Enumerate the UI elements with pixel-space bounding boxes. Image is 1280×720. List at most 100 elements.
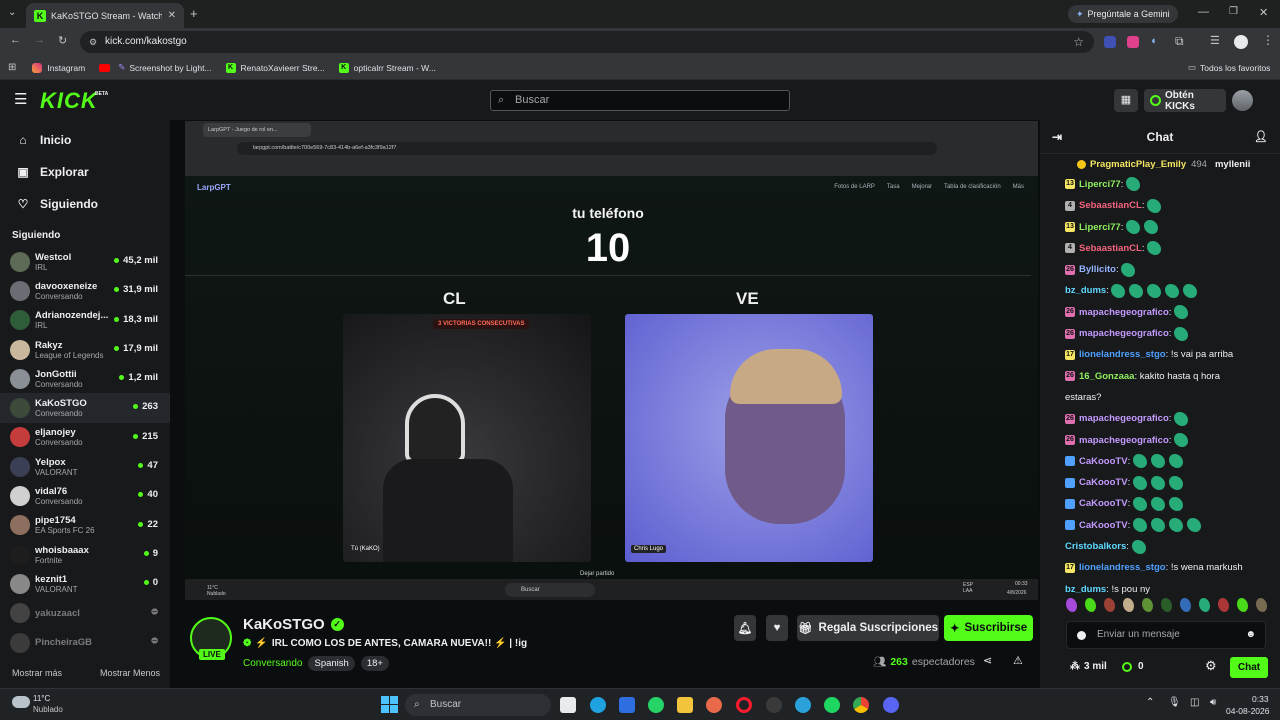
followed-channel[interactable]: Yelpox VALORANT 47 [0, 452, 170, 481]
tab-list-icon[interactable]: ⌄ [8, 7, 16, 18]
video-player[interactable]: LarpGPT - Juego de rol en... larpgpt.com… [185, 121, 1038, 601]
user-avatar[interactable] [1232, 90, 1253, 111]
chrome-icon[interactable] [853, 697, 869, 713]
gift-subs-button[interactable]: 🎁︎ Regala Suscripciones [797, 615, 939, 641]
chat-username[interactable]: lionelandress_stgo [1079, 349, 1166, 360]
emote-icon[interactable] [1121, 262, 1136, 277]
chat-username[interactable]: Liperci77 [1079, 179, 1121, 190]
followed-channel[interactable]: JonGottii Conversando 1,2 mil [0, 364, 170, 393]
file-explorer-icon[interactable] [677, 697, 693, 713]
reload-icon[interactable]: ↻ [58, 34, 67, 47]
followed-channel[interactable]: Westcol IRL 45,2 mil [0, 247, 170, 276]
chat-username[interactable]: CaKoooTV [1079, 498, 1128, 509]
emote-icon[interactable] [1066, 598, 1077, 612]
chat-username[interactable]: mapachegeografico [1079, 307, 1169, 318]
followed-channel[interactable]: keznit1 VALORANT 0 [0, 569, 170, 598]
chat-settings-icon[interactable]: ⚙ [1205, 658, 1217, 674]
task-view-icon[interactable] [560, 697, 576, 713]
emote-icon[interactable] [1168, 496, 1183, 511]
bookmark-youtube[interactable] [99, 63, 111, 72]
maximize-icon[interactable]: ❐ [1229, 6, 1238, 17]
report-icon[interactable]: ⚠ [1013, 654, 1023, 667]
emote-icon[interactable] [1131, 539, 1146, 554]
chat-users-icon[interactable]: 👤︎ [1254, 120, 1268, 154]
nav-item-explorar[interactable]: ▣ Explorar [0, 156, 170, 188]
clock-time[interactable]: 0:33 [1252, 694, 1269, 704]
profile-avatar[interactable] [1234, 35, 1248, 49]
nav-item-siguiendo[interactable]: ♡ Siguiendo [0, 188, 170, 220]
emote-icon[interactable] [1150, 496, 1165, 511]
chat-username[interactable]: lionelandress_stgo [1079, 562, 1166, 573]
category-link[interactable]: Conversando [243, 658, 302, 669]
volume-icon[interactable]: 🔊︎ [1210, 697, 1216, 708]
emote-icon[interactable] [1126, 177, 1140, 192]
bookmark-renato[interactable]: K RenatoXavieerr Stre... [225, 62, 325, 73]
bookmark-instagram[interactable]: Instagram [32, 62, 85, 73]
chat-username[interactable]: mapachegeografico [1079, 435, 1169, 446]
app-icon[interactable] [706, 697, 722, 713]
chat-message-input[interactable]: Enviar un mensaje ☻ [1066, 621, 1266, 649]
taskbar-search[interactable]: ⌕ Buscar [405, 694, 551, 716]
subscribe-button[interactable]: ✦ Suscribirse [944, 615, 1033, 641]
bookmark-opticalrr[interactable]: Kopticalrr Stream - W... [338, 62, 436, 73]
search-input[interactable]: ⌕ Buscar [490, 90, 790, 111]
whatsapp-icon[interactable] [648, 697, 664, 713]
minimize-icon[interactable]: — [1198, 6, 1209, 18]
chat-username[interactable]: SebaastianCL [1079, 200, 1142, 211]
chat-username[interactable]: CaKoooTV [1079, 477, 1128, 488]
chat-username[interactable]: CaKoooTV [1079, 520, 1128, 531]
emote-icon[interactable] [1129, 283, 1144, 298]
followed-channel[interactable]: yakuzaacl ⛔︎ [0, 599, 170, 628]
share-icon[interactable]: ⋖ [983, 654, 992, 667]
emote-icon[interactable] [1218, 598, 1229, 612]
channel-name[interactable]: KaKoSTGO ✓ [243, 616, 344, 633]
close-tab-icon[interactable]: ✕ [168, 10, 176, 21]
emote-icon[interactable] [1168, 518, 1183, 533]
microphone-icon[interactable]: 🎙︎ [1168, 697, 1181, 708]
emote-icon[interactable] [1144, 220, 1158, 235]
get-kicks-button[interactable]: Obtén KICKs [1144, 89, 1226, 112]
bookmark-star-icon[interactable]: ☆ [1073, 31, 1084, 53]
emote-icon[interactable] [1126, 220, 1140, 235]
extension-icon-3[interactable]: ◖ [1150, 35, 1157, 47]
emote-icon[interactable] [1104, 598, 1115, 612]
emote-icon[interactable] [1186, 518, 1201, 533]
opera-icon[interactable] [736, 697, 752, 713]
all-bookmarks[interactable]: ▭ Todos los favoritos [1188, 62, 1270, 73]
chat-username[interactable]: SebaastianCL [1079, 243, 1142, 254]
notifications-button[interactable]: 🔔︎ [734, 615, 756, 641]
emote-icon[interactable] [1132, 454, 1147, 469]
emote-icon[interactable] [1111, 283, 1126, 298]
emote-icon[interactable] [1147, 241, 1162, 256]
emote-icon[interactable] [1147, 283, 1162, 298]
emote-icon[interactable] [1132, 475, 1147, 490]
emote-icon[interactable] [1168, 475, 1183, 490]
forward-icon[interactable]: → [34, 34, 45, 46]
hamburger-menu-icon[interactable]: ☰ [14, 90, 27, 108]
collapse-chat-icon[interactable]: ⇥ [1052, 120, 1062, 154]
nav-item-inicio[interactable]: ⌂ Inicio [0, 124, 170, 156]
chat-username[interactable]: Liperci77 [1079, 222, 1121, 233]
emoji-picker-icon[interactable]: ☻ [1245, 622, 1256, 648]
channel-points[interactable]: ⁂ 3 mil [1070, 661, 1107, 672]
emote-icon[interactable] [1237, 598, 1248, 612]
emote-icon[interactable] [1161, 598, 1172, 612]
followed-channel[interactable]: Adrianozendej... IRL 18,3 mil [0, 306, 170, 335]
tray-chevron-icon[interactable]: ⌃ [1146, 697, 1154, 708]
site-info-icon[interactable]: ⚙ [89, 31, 97, 53]
extensions-puzzle-icon[interactable]: ⧉ [1175, 34, 1184, 49]
followed-channel[interactable]: pipe1754 EA Sports FC 26 22 [0, 511, 170, 540]
emote-icon[interactable] [1174, 326, 1189, 341]
clock-date[interactable]: 04-08-2026 [1226, 706, 1269, 716]
show-less-link[interactable]: Mostrar Menos [100, 668, 160, 678]
followed-channel[interactable]: vidal76 Conversando 40 [0, 481, 170, 510]
chat-username[interactable]: Byllicito [1079, 264, 1116, 275]
emote-icon[interactable] [1150, 475, 1165, 490]
emote-icon[interactable] [1132, 518, 1147, 533]
emote-icon[interactable] [1180, 598, 1191, 612]
emote-icon[interactable] [1132, 496, 1147, 511]
spotify-icon[interactable] [824, 697, 840, 713]
emote-icon[interactable] [1174, 411, 1189, 426]
emote-icon[interactable] [1147, 198, 1162, 213]
telegram-icon[interactable] [795, 697, 811, 713]
